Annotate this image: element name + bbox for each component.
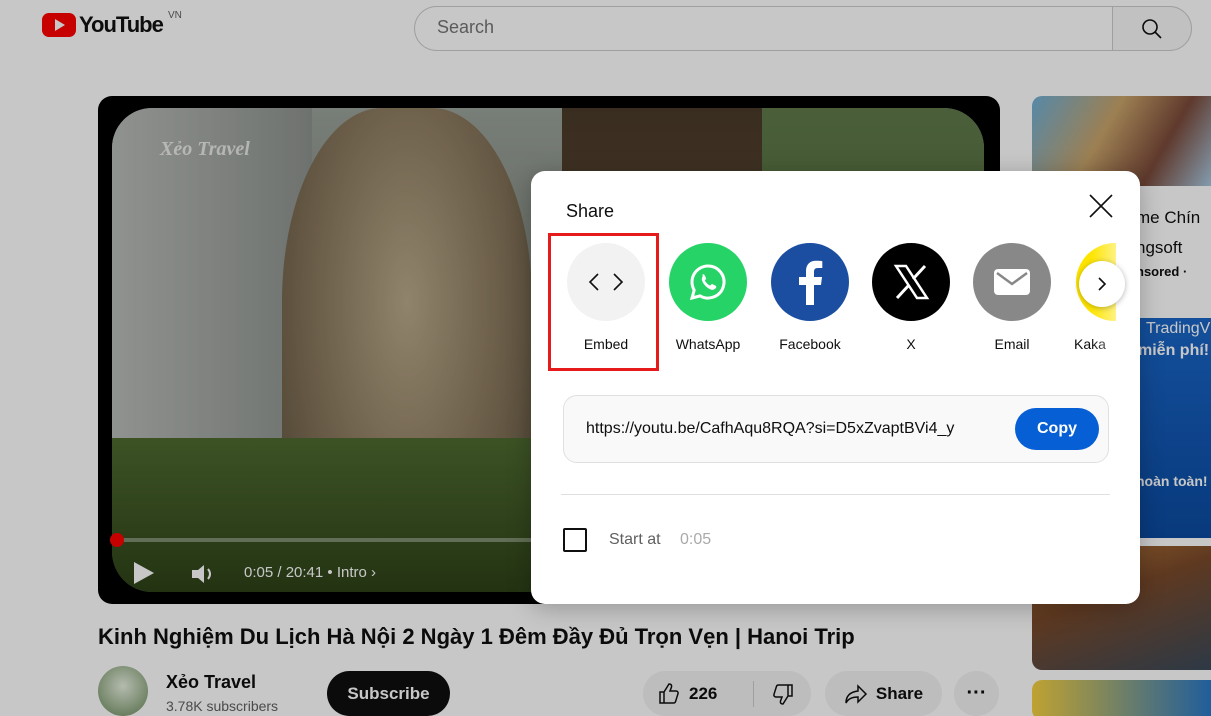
carousel-next-button[interactable] <box>1079 261 1125 307</box>
share-target-label: X <box>906 336 916 352</box>
share-target-label: WhatsApp <box>675 336 741 352</box>
facebook-icon <box>771 243 849 321</box>
share-target-label: Email <box>994 336 1030 352</box>
embed-highlight-box <box>548 233 659 371</box>
share-target-facebook[interactable]: Facebook <box>770 243 850 358</box>
copy-button[interactable]: Copy <box>1015 408 1099 450</box>
close-button[interactable] <box>1086 191 1116 221</box>
dialog-divider <box>561 494 1110 495</box>
email-icon <box>973 243 1051 321</box>
x-icon <box>872 243 950 321</box>
whatsapp-icon <box>669 243 747 321</box>
share-target-whatsapp[interactable]: WhatsApp <box>668 243 748 358</box>
share-url-field[interactable]: https://youtu.be/CafhAqu8RQA?si=D5xZvapt… <box>586 420 1004 438</box>
dialog-title: Share <box>566 201 615 221</box>
close-icon <box>1089 194 1113 218</box>
start-at-checkbox[interactable] <box>563 528 587 552</box>
share-url-box: https://youtu.be/CafhAqu8RQA?si=D5xZvapt… <box>563 395 1109 463</box>
share-dialog: Share Embed WhatsApp Facebook X Email Ka… <box>531 171 1140 604</box>
start-at-time-input[interactable] <box>680 531 740 549</box>
start-at-label: Start at <box>609 531 661 548</box>
chevron-right-icon <box>1098 277 1107 291</box>
share-target-email[interactable]: Email <box>972 243 1052 358</box>
share-target-label: Facebook <box>779 336 841 352</box>
share-target-x[interactable]: X <box>871 243 951 358</box>
